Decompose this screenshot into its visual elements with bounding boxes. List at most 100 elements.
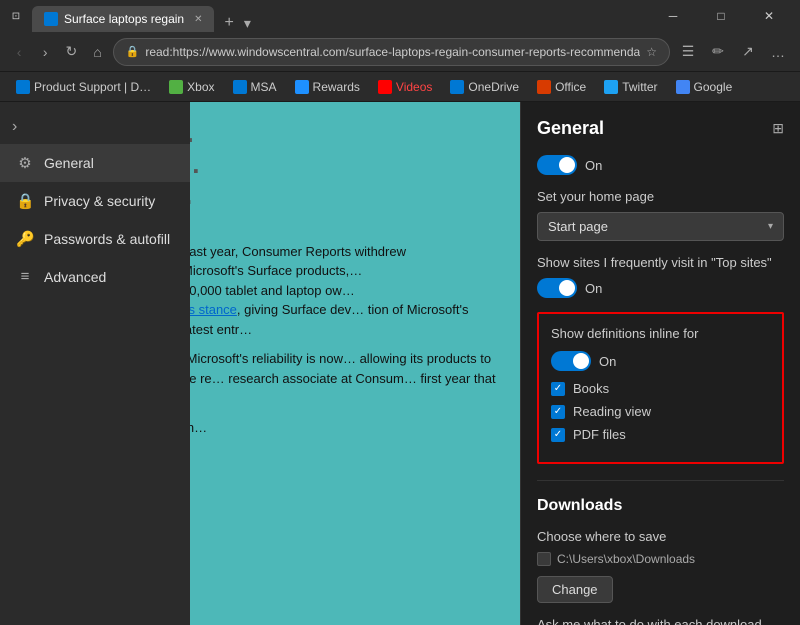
minimize-button[interactable]: ─ (650, 0, 696, 32)
window-controls-left: ⊡ (8, 8, 24, 24)
checkbox-reading-row: ✓ Reading view (551, 404, 770, 419)
bookmark-office-label: Office (555, 80, 586, 94)
toggle2-container: On (537, 278, 784, 298)
onedrive-favicon (450, 80, 464, 94)
toggle2-label: On (585, 281, 602, 296)
section-divider (537, 480, 784, 481)
checkbox-pdf-row: ✓ PDF files (551, 427, 770, 442)
nav-right-buttons: ☰ ✏ ↗ … (674, 38, 792, 66)
bookmark-xbox-label: Xbox (187, 80, 214, 94)
bookmark-msa-label: MSA (251, 80, 277, 94)
flyout-arrow-btn[interactable]: › (0, 110, 190, 144)
passwords-icon: 🔑 (16, 230, 34, 248)
toggle2[interactable] (537, 278, 577, 298)
bookmark-videos[interactable]: Videos (370, 78, 440, 96)
top-sites-section: Show sites I frequently visit in "Top si… (537, 255, 784, 298)
tab-close-btn[interactable]: ✕ (194, 14, 202, 25)
check-icon2: ✓ (554, 406, 562, 417)
definitions-label: Show definitions inline for (551, 326, 770, 341)
settings-header: General ⊞ (537, 118, 784, 139)
choose-save-label: Choose where to save (537, 529, 784, 544)
checkbox-pdf[interactable]: ✓ (551, 428, 565, 442)
downloads-title: Downloads (537, 497, 784, 515)
toggle1-container: On (537, 155, 602, 175)
check-icon3: ✓ (554, 429, 562, 440)
downloads-section: Downloads Choose where to save C:\Users\… (537, 497, 784, 603)
home-page-dropdown[interactable]: Start page ▾ (537, 212, 784, 241)
flyout-item-passwords[interactable]: 🔑 Passwords & autofill (0, 220, 190, 258)
toggle1[interactable] (537, 155, 577, 175)
general-icon: ⚙ (16, 154, 34, 172)
hub-button[interactable]: ☰ (674, 38, 702, 66)
setting-row-toggle1: On (537, 155, 784, 175)
address-text: read:https://www.windowscentral.com/surf… (145, 45, 640, 59)
tab-label: Surface laptops regain (64, 12, 184, 26)
flyout-item-general[interactable]: ⚙ General (0, 144, 190, 182)
share-button[interactable]: ↗ (734, 38, 762, 66)
flyout-item-advanced[interactable]: ≡ Advanced (0, 258, 190, 295)
window-controls-right: ─ □ ✕ (650, 0, 792, 32)
checkbox-books-row: ✓ Books (551, 381, 770, 396)
content-wrapper: Surface lapt… Consumer R… recommend… www… (0, 102, 520, 625)
back-button[interactable]: ‹ (8, 38, 30, 66)
new-tab-button[interactable]: + (218, 14, 239, 32)
save-path-text: C:\Users\xbox\Downloads (557, 552, 695, 566)
checkbox-reading[interactable]: ✓ (551, 405, 565, 419)
bookmark-onedrive-label: OneDrive (468, 80, 519, 94)
tab-dropdown-btn[interactable]: ▾ (240, 15, 255, 32)
save-path-checkbox[interactable] (537, 552, 551, 566)
tab-bar: Surface laptops regain ✕ + ▾ (32, 0, 642, 32)
browser-frame: ⊡ Surface laptops regain ✕ + ▾ ─ □ ✕ ‹ ›… (0, 0, 800, 625)
check-icon: ✓ (554, 383, 562, 394)
home-page-section: Set your home page Start page ▾ (537, 189, 784, 241)
bookmark-google[interactable]: Google (668, 78, 741, 96)
active-tab[interactable]: Surface laptops regain ✕ (32, 6, 214, 32)
save-path-row: C:\Users\xbox\Downloads (537, 552, 784, 566)
forward-button[interactable]: › (34, 38, 56, 66)
privacy-icon: 🔒 (16, 192, 34, 210)
toggle3[interactable] (551, 351, 591, 371)
toggle3-label: On (599, 354, 616, 369)
home-page-label: Set your home page (537, 189, 784, 204)
bookmark-rewards[interactable]: Rewards (287, 78, 368, 96)
msa-favicon (233, 80, 247, 94)
bookmark-favicon (16, 80, 30, 94)
dropdown-arrow-icon: ▾ (768, 221, 773, 232)
title-bar: ⊡ Surface laptops regain ✕ + ▾ ─ □ ✕ (0, 0, 800, 32)
more-button[interactable]: … (764, 38, 792, 66)
checkbox-reading-label: Reading view (573, 404, 651, 419)
bookmarks-bar: Product Support | D… Xbox MSA Rewards Vi… (0, 72, 800, 102)
bookmark-twitter[interactable]: Twitter (596, 78, 665, 96)
checkbox-books-label: Books (573, 381, 609, 396)
office-favicon (537, 80, 551, 94)
nav-bar: ‹ › ↻ ⌂ 🔒 read:https://www.windowscentra… (0, 32, 800, 72)
checkbox-books[interactable]: ✓ (551, 382, 565, 396)
toggle1-label: On (585, 158, 602, 173)
article-link1[interactable]: its stance (182, 302, 237, 317)
checkbox-pdf-label: PDF files (573, 427, 626, 442)
notes-button[interactable]: ✏ (704, 38, 732, 66)
advanced-icon: ≡ (16, 268, 34, 285)
refresh-button[interactable]: ↻ (60, 38, 82, 66)
rewards-favicon (295, 80, 309, 94)
address-bar[interactable]: 🔒 read:https://www.windowscentral.com/su… (113, 38, 670, 66)
favorite-icon[interactable]: ☆ (646, 45, 657, 59)
settings-pin-btn[interactable]: ⊞ (772, 120, 784, 137)
bookmark-onedrive[interactable]: OneDrive (442, 78, 527, 96)
flyout-advanced-label: Advanced (44, 269, 106, 285)
flyout-item-privacy[interactable]: 🔒 Privacy & security (0, 182, 190, 220)
back-alt-btn[interactable]: ⊡ (8, 8, 24, 24)
bookmark-xbox[interactable]: Xbox (161, 78, 222, 96)
close-button[interactable]: ✕ (746, 0, 792, 32)
bookmark-msa[interactable]: MSA (225, 78, 285, 96)
each-download-label: Ask me what to do with each download (537, 617, 784, 625)
bookmark-office[interactable]: Office (529, 78, 594, 96)
maximize-button[interactable]: □ (698, 0, 744, 32)
settings-sidebar: General ⊞ On Set your home page Start pa… (520, 102, 800, 625)
home-button[interactable]: ⌂ (86, 38, 108, 66)
bookmark-google-label: Google (694, 80, 733, 94)
change-button[interactable]: Change (537, 576, 613, 603)
xbox-favicon (169, 80, 183, 94)
settings-panel: General ⊞ On Set your home page Start pa… (521, 102, 800, 625)
bookmark-product-support[interactable]: Product Support | D… (8, 78, 159, 96)
